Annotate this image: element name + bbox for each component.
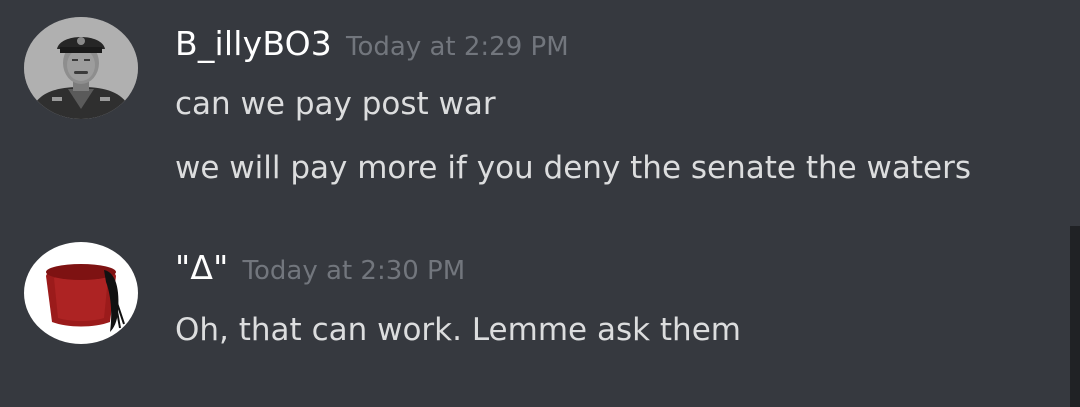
- username[interactable]: "Δ": [175, 248, 229, 287]
- message-group: "Δ" Today at 2:30 PM Oh, that can work. L…: [0, 226, 1066, 407]
- chat-messages: B_illyBO3 Today at 2:29 PM can we pay pos…: [0, 0, 1080, 407]
- timestamp: Today at 2:29 PM: [346, 32, 569, 62]
- timestamp: Today at 2:30 PM: [242, 256, 466, 286]
- message-header: B_illyBO3 Today at 2:29 PM: [175, 24, 569, 63]
- officer-portrait-avatar-icon: [24, 17, 138, 119]
- scrollbar[interactable]: [1070, 226, 1080, 407]
- username[interactable]: B_illyBO3: [175, 24, 332, 63]
- user-avatar[interactable]: [24, 242, 138, 344]
- message-group: B_illyBO3 Today at 2:29 PM can we pay pos…: [0, 0, 1066, 200]
- user-avatar[interactable]: [24, 17, 138, 119]
- red-fez-avatar-icon: [24, 242, 138, 344]
- message-header: "Δ" Today at 2:30 PM: [175, 248, 465, 287]
- message-text: we will pay more if you deny the senate …: [175, 150, 972, 186]
- message-text: Oh, that can work. Lemme ask them: [175, 312, 741, 348]
- message-text: can we pay post war: [175, 86, 496, 122]
